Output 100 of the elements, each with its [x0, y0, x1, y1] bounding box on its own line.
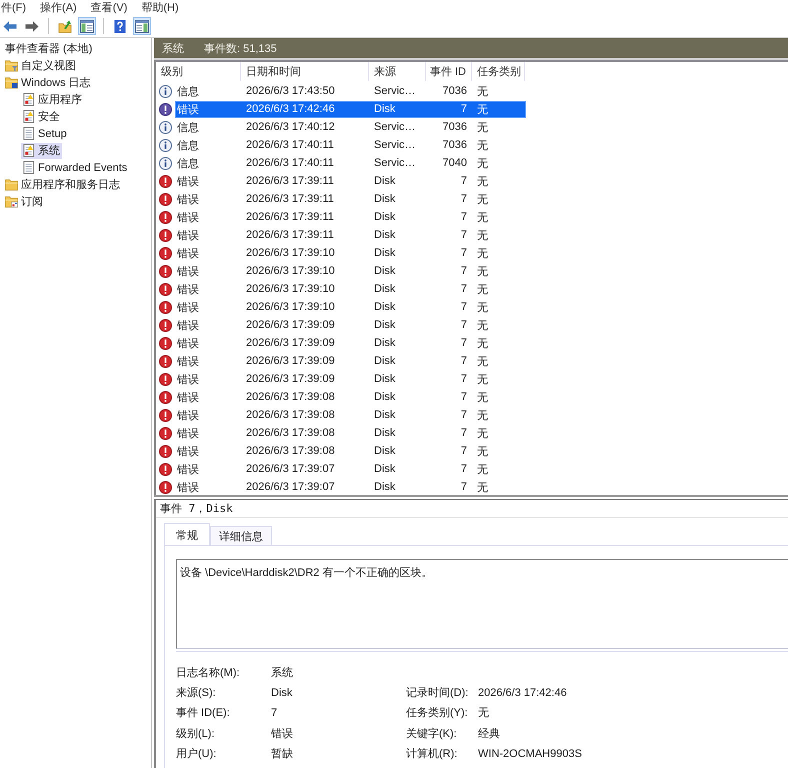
field-value: 无 — [478, 706, 490, 720]
table-cell-text: Disk — [373, 409, 396, 421]
table-row[interactable]: 错误 2026/6/3 17:39:08 Disk 7 无 — [175, 388, 526, 406]
table-cell-text: 无 — [476, 138, 489, 152]
table-cell-text: Disk — [373, 391, 396, 403]
event-count: 事件数: 51,135 — [204, 42, 277, 56]
table-row[interactable]: 错误 2026/6/3 17:39:08 Disk 7 无 — [175, 442, 526, 460]
table-cell-text: 2026/6/3 17:42:46 — [245, 103, 336, 115]
table-cell-text: 错误 — [176, 246, 200, 260]
folder-icon — [5, 178, 18, 191]
table-row[interactable]: 错误 2026/6/3 17:42:46 Disk 7 无 — [175, 100, 526, 118]
menu-item[interactable]: 查看(V) — [90, 0, 128, 15]
menu-item[interactable]: 帮助(H) — [141, 0, 179, 15]
table-row[interactable]: 错误 2026/6/3 17:39:09 Disk 7 无 — [175, 334, 526, 352]
column-header[interactable]: 级别 — [156, 62, 241, 81]
table-row[interactable]: 错误 2026/6/3 17:39:11 Disk 7 无 — [175, 226, 526, 244]
tab[interactable]: 常规 — [164, 523, 210, 545]
field-value: 系统 — [271, 666, 294, 680]
error-icon — [159, 336, 172, 350]
table-cell-text: 无 — [476, 156, 489, 170]
table-cell-text: 信息 — [176, 84, 200, 98]
error-icon — [159, 318, 172, 332]
table-row[interactable]: 信息 2026/6/3 17:40:12 Servic… 7036 无 — [175, 118, 526, 136]
table-cell-text: 无 — [476, 426, 489, 440]
table-row[interactable]: 错误 2026/6/3 17:39:07 Disk 7 无 — [175, 460, 526, 478]
table-cell-text: Disk — [373, 355, 396, 367]
table-cell-text: Disk — [373, 103, 396, 115]
tree-item[interactable]: 系统 — [21, 142, 62, 158]
document-icon — [22, 161, 35, 174]
table-cell-text: 7040 — [442, 157, 468, 169]
table-cell-text: 7036 — [442, 85, 468, 97]
toolbar-button[interactable] — [133, 17, 151, 35]
error-icon — [159, 354, 172, 368]
field-label: 级别(L): — [176, 726, 216, 741]
tree-item[interactable]: Setup — [21, 126, 69, 142]
tree-item[interactable]: 应用程序和服务日志 — [4, 176, 122, 192]
field-label: 用户(U): — [176, 746, 218, 762]
table-cell-text: 错误 — [176, 210, 200, 224]
table-cell-text: 错误 — [176, 102, 200, 116]
table-cell-text: 无 — [476, 444, 489, 458]
toolbar-button[interactable] — [78, 17, 96, 35]
table-cell-text: 7 — [460, 481, 468, 493]
table-row[interactable]: 错误 2026/6/3 17:39:08 Disk 7 无 — [175, 406, 526, 424]
column-header[interactable]: 任务类别 — [472, 62, 525, 81]
table-cell-text: 2026/6/3 17:39:07 — [245, 481, 336, 493]
table-row[interactable]: 错误 2026/6/3 17:39:09 Disk 7 无 — [175, 352, 526, 370]
tree-item[interactable]: 自定义视图 — [4, 58, 78, 74]
table-cell-text: Servic… — [373, 121, 417, 133]
tree-item[interactable]: 安全 — [21, 108, 62, 124]
table-cell-text: Servic… — [373, 157, 417, 169]
table-cell-text: Disk — [373, 481, 396, 493]
table-row[interactable]: 错误 2026/6/3 17:39:10 Disk 7 无 — [175, 280, 526, 298]
error-icon — [159, 408, 172, 422]
tree-item[interactable]: Forwarded Events — [21, 160, 130, 176]
table-row[interactable]: 错误 2026/6/3 17:39:11 Disk 7 无 — [175, 190, 526, 208]
table-cell-text: 无 — [476, 354, 489, 368]
table-cell-text: 2026/6/3 17:43:50 — [245, 85, 336, 97]
table-cell-text: 无 — [476, 84, 489, 98]
column-header[interactable]: 来源 — [369, 62, 426, 81]
tab[interactable]: 详细信息 — [210, 526, 272, 545]
table-cell-text: 2026/6/3 17:39:08 — [245, 427, 336, 439]
table-row[interactable]: 错误 2026/6/3 17:39:08 Disk 7 无 — [175, 424, 526, 442]
table-cell-text: 无 — [476, 228, 489, 242]
table-cell-text: Disk — [373, 247, 396, 259]
table-row[interactable]: 错误 2026/6/3 17:39:10 Disk 7 无 — [175, 298, 526, 316]
table-row[interactable]: 信息 2026/6/3 17:40:11 Servic… 7040 无 — [175, 154, 526, 172]
document-alert-icon — [22, 110, 35, 123]
field-value: 错误 — [271, 726, 294, 741]
error-icon — [159, 462, 172, 476]
menu-item[interactable]: 件(F) — [1, 0, 26, 15]
tree-item[interactable]: 订阅 — [4, 194, 45, 210]
table-row[interactable]: 信息 2026/6/3 17:43:50 Servic… 7036 无 — [175, 82, 526, 100]
table-row[interactable]: 错误 2026/6/3 17:39:09 Disk 7 无 — [175, 316, 526, 334]
table-cell-text: 错误 — [176, 390, 200, 404]
tree-item[interactable]: Windows 日志 — [4, 74, 93, 90]
folder-funnel-icon — [5, 59, 18, 72]
table-cell-text: 7 — [460, 337, 468, 349]
error-icon — [159, 210, 172, 224]
table-cell-text: 错误 — [176, 408, 200, 422]
table-row[interactable]: 错误 2026/6/3 17:39:07 Disk 7 无 — [175, 478, 526, 495]
table-cell-text: Disk — [373, 463, 396, 475]
column-header[interactable]: 事件 ID — [426, 62, 472, 81]
table-cell-text: 7 — [460, 247, 468, 259]
table-cell-text: Disk — [373, 229, 396, 241]
table-row[interactable]: 错误 2026/6/3 17:39:10 Disk 7 无 — [175, 262, 526, 280]
column-header[interactable]: 日期和时间 — [241, 62, 369, 81]
table-cell-text: 信息 — [176, 120, 200, 134]
folder-arrow-icon — [58, 20, 72, 32]
table-row[interactable]: 错误 2026/6/3 17:39:11 Disk 7 无 — [175, 172, 526, 190]
help-icon — [113, 20, 127, 32]
table-cell-text: 7 — [460, 319, 468, 331]
table-row[interactable]: 错误 2026/6/3 17:39:11 Disk 7 无 — [175, 208, 526, 226]
table-row[interactable]: 信息 2026/6/3 17:40:11 Servic… 7036 无 — [175, 136, 526, 154]
tree-item[interactable]: 事件查看器 (本地) — [4, 40, 94, 56]
field-value: 暂缺 — [271, 747, 294, 762]
menu-item[interactable]: 操作(A) — [40, 0, 77, 15]
table-row[interactable]: 错误 2026/6/3 17:39:09 Disk 7 无 — [175, 370, 526, 388]
field-label: 来源(S): — [176, 686, 217, 700]
tree-item[interactable]: 应用程序 — [21, 92, 84, 108]
table-row[interactable]: 错误 2026/6/3 17:39:10 Disk 7 无 — [175, 244, 526, 262]
